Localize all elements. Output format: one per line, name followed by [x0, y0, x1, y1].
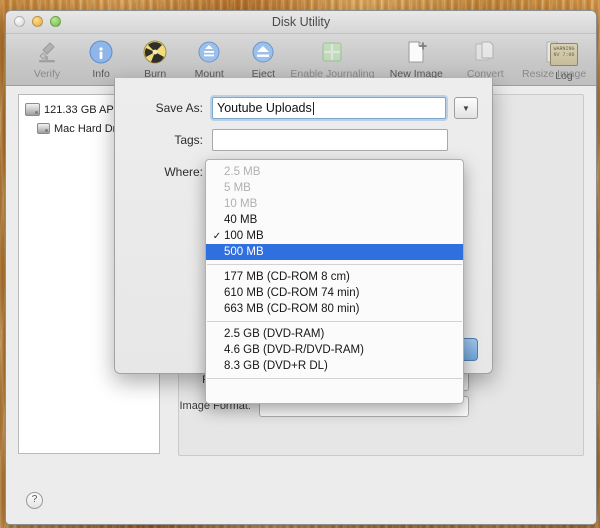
menu-item-label: 177 MB (CD-ROM 8 cm) [224, 271, 350, 283]
chevron-down-icon[interactable]: ▼ [454, 97, 478, 119]
help-button[interactable]: ? [26, 492, 43, 509]
eject-icon [250, 37, 276, 67]
menu-item-label: 2.5 GB (DVD-RAM) [224, 328, 325, 340]
menu-item-8-3-gb[interactable]: 8.3 GB (DVD+R DL) [206, 358, 463, 374]
menu-item-40-mb[interactable]: 40 MB [206, 212, 463, 228]
where-label: Where: [164, 165, 203, 179]
menu-item-custom[interactable] [206, 383, 463, 399]
toolbar-button-new-image[interactable]: New Image [374, 34, 458, 80]
toolbar-button-info[interactable]: Info [74, 34, 128, 80]
toolbar-label-log: Log [555, 70, 573, 82]
menu-item-500-mb[interactable]: 500 MB [206, 244, 463, 260]
menu-item-100-mb[interactable]: ✓ 100 MB [206, 228, 463, 244]
toolbar-button-mount[interactable]: Mount [182, 34, 236, 80]
toolbar-label-info: Info [92, 68, 110, 80]
menu-item-5-mb[interactable]: 5 MB [206, 180, 463, 196]
menu-item-10-mb[interactable]: 10 MB [206, 196, 463, 212]
text-caret [312, 101, 314, 115]
new-image-icon [402, 37, 430, 67]
window-titlebar: Disk Utility [6, 11, 596, 34]
menu-item-2-5-gb[interactable]: 2.5 GB (DVD-RAM) [206, 326, 463, 342]
menu-item-label: 2.5 MB [224, 166, 261, 178]
log-icon: WARNING NV 7:06 [550, 39, 578, 69]
log-icon-line2: NV 7:06 [553, 51, 575, 58]
menu-separator [207, 321, 462, 322]
log-icon-line1: WARNING [553, 45, 575, 52]
tags-input[interactable] [212, 129, 448, 151]
convert-icon [471, 37, 499, 67]
disk-utility-window: Disk Utility Verify Info Burn Mount Ejec… [5, 10, 597, 525]
save-as-row: Save As: Youtube Uploads ▼ [115, 92, 492, 124]
microscope-icon [34, 37, 60, 67]
close-button[interactable] [14, 16, 25, 27]
size-dropdown-menu[interactable]: 2.5 MB 5 MB 10 MB 40 MB ✓ 100 MB 500 MB … [205, 159, 464, 404]
burn-radiation-icon [142, 37, 168, 67]
window-controls [14, 16, 61, 27]
toolbar-button-convert[interactable]: Convert [458, 34, 512, 80]
toolbar-button-enable-journaling[interactable]: Enable Journaling [290, 34, 374, 80]
toolbar-label-verify: Verify [33, 68, 61, 80]
menu-item-label: 500 MB [224, 246, 264, 258]
menu-item-177-mb[interactable]: 177 MB (CD-ROM 8 cm) [206, 269, 463, 285]
save-as-value: Youtube Uploads [217, 101, 312, 115]
toolbar-button-burn[interactable]: Burn [128, 34, 182, 80]
minimize-button[interactable] [32, 16, 43, 27]
menu-item-2-5-mb[interactable]: 2.5 MB [206, 164, 463, 180]
journaling-icon [318, 37, 346, 67]
menu-item-label: 40 MB [224, 214, 258, 226]
menu-item-label: 4.6 GB (DVD-R/DVD-RAM) [224, 344, 364, 356]
save-as-label: Save As: [155, 101, 203, 115]
tags-label: Tags: [174, 133, 203, 147]
info-icon [88, 37, 114, 67]
toolbar-button-eject[interactable]: Eject [236, 34, 290, 80]
toolbar-button-verify[interactable]: Verify [20, 34, 74, 80]
menu-separator [207, 264, 462, 265]
menu-item-label: 100 MB [224, 230, 264, 242]
window-title: Disk Utility [271, 15, 331, 29]
menu-item-label: 610 MB (CD-ROM 74 min) [224, 287, 360, 299]
menu-item-663-mb[interactable]: 663 MB (CD-ROM 80 min) [206, 301, 463, 317]
toolbar-button-log[interactable]: WARNING NV 7:06 Log [540, 34, 588, 82]
save-as-input[interactable]: Youtube Uploads [212, 97, 446, 119]
menu-item-label: 5 MB [224, 182, 251, 194]
menu-separator [207, 378, 462, 379]
hard-disk-icon [25, 103, 40, 116]
checkmark-icon: ✓ [212, 230, 222, 242]
tags-row: Tags: [115, 124, 492, 156]
volume-icon [37, 123, 50, 134]
menu-item-label: 663 MB (CD-ROM 80 min) [224, 303, 360, 315]
menu-item-label: 10 MB [224, 198, 258, 210]
menu-item-610-mb[interactable]: 610 MB (CD-ROM 74 min) [206, 285, 463, 301]
mount-icon [196, 37, 222, 67]
maximize-button[interactable] [50, 16, 61, 27]
menu-item-4-6-gb[interactable]: 4.6 GB (DVD-R/DVD-RAM) [206, 342, 463, 358]
menu-item-label: 8.3 GB (DVD+R DL) [224, 360, 328, 372]
